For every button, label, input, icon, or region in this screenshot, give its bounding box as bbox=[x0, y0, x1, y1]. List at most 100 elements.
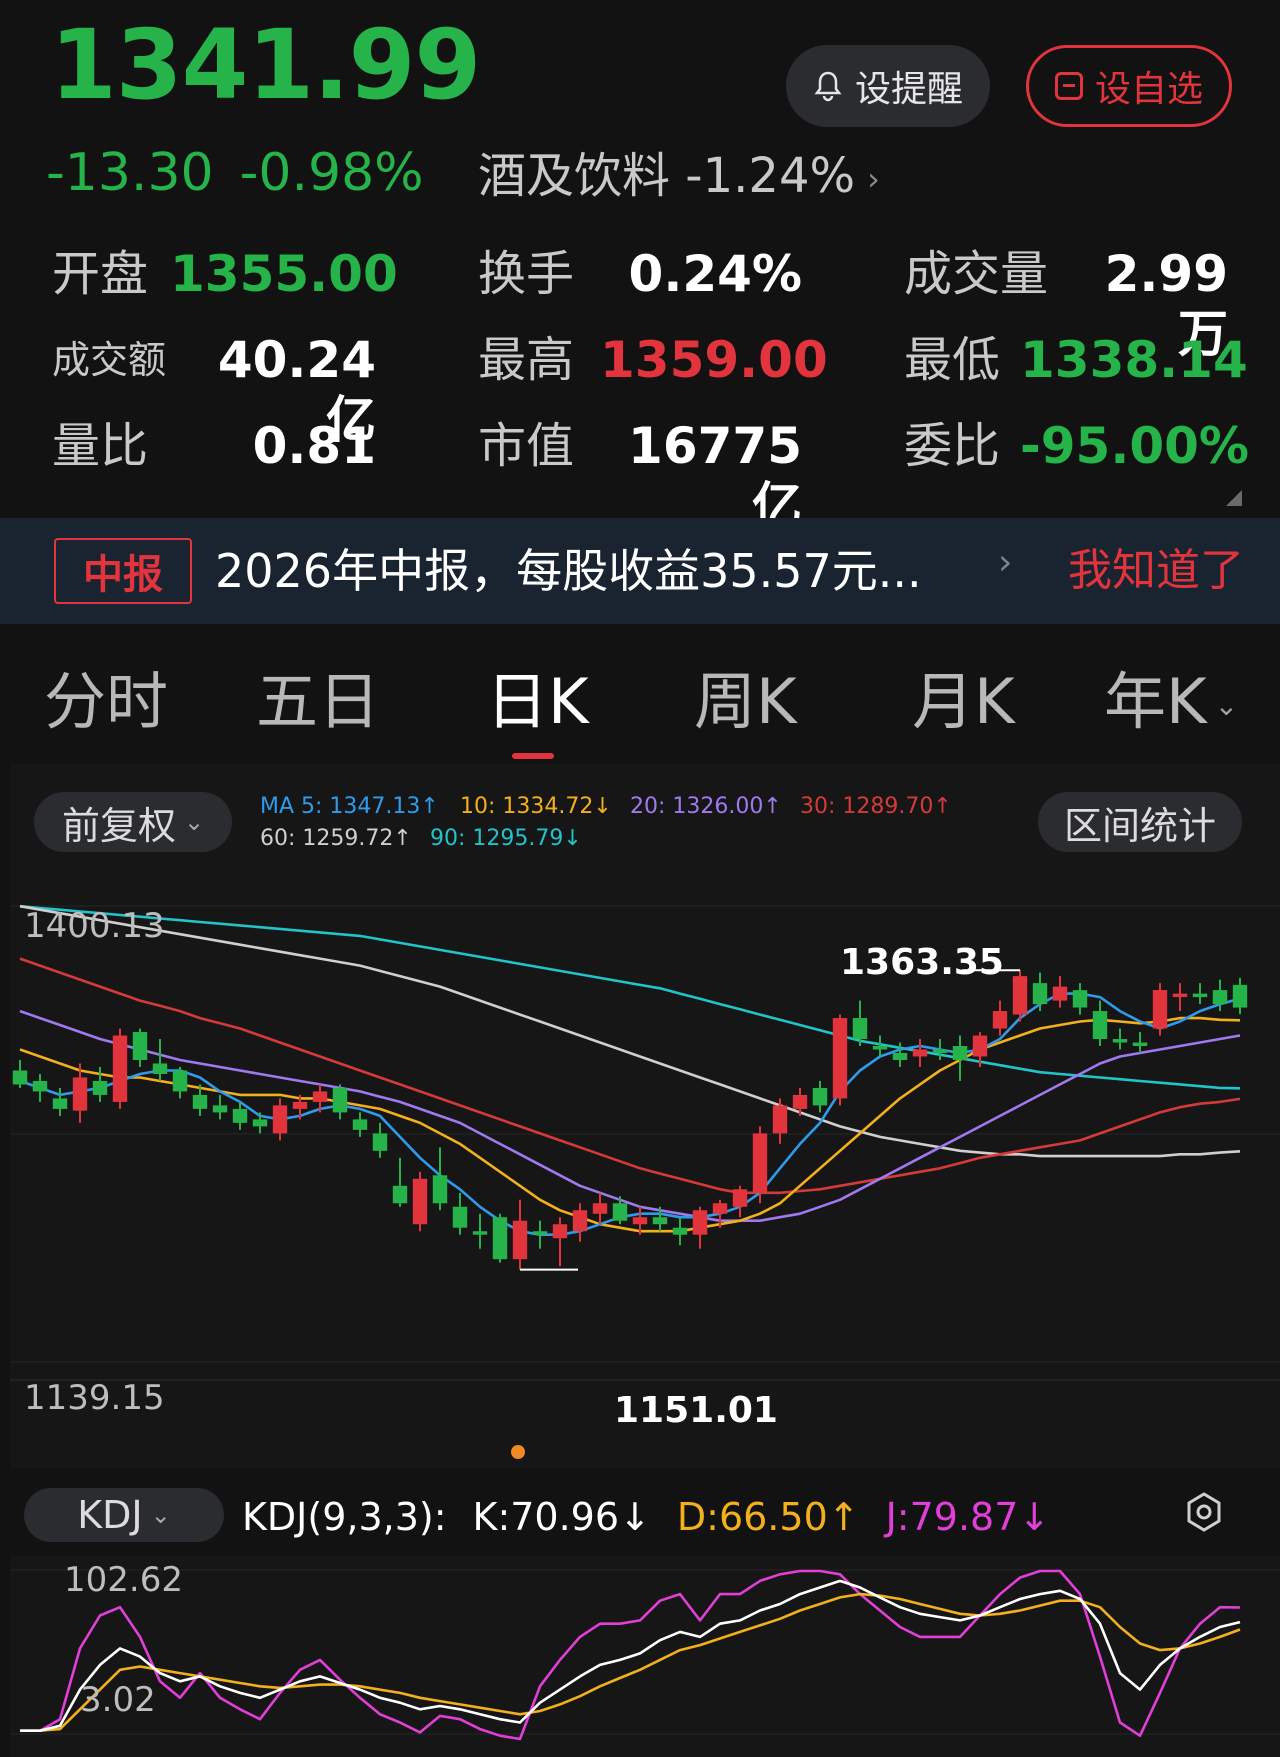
kdj-j-value: J:79.87↓ bbox=[885, 1495, 1051, 1539]
adjust-mode-selector[interactable]: 前复权 ⌄ bbox=[34, 792, 232, 852]
kdj-d-line bbox=[20, 1592, 1241, 1732]
candle-body bbox=[1132, 1042, 1148, 1047]
amount-label: 成交额 bbox=[52, 338, 167, 382]
ma60-legend: 60: 1259.72↑ bbox=[260, 826, 412, 851]
candle-body bbox=[112, 1035, 128, 1102]
chevron-down-icon: ⌄ bbox=[1214, 688, 1239, 722]
candle-body bbox=[52, 1098, 68, 1109]
candle-body bbox=[612, 1203, 628, 1221]
candle-body bbox=[392, 1185, 408, 1204]
adjust-mode-label: 前复权 bbox=[61, 803, 176, 848]
event-marker-dot[interactable] bbox=[511, 1445, 525, 1459]
candle-body bbox=[752, 1133, 768, 1193]
candle-body bbox=[252, 1119, 268, 1127]
ma90-legend: 90: 1295.79↓ bbox=[430, 826, 582, 851]
market-cap-label: 市值 bbox=[478, 418, 575, 474]
chevron-right-icon: › bbox=[867, 160, 880, 198]
candle-body bbox=[192, 1094, 208, 1109]
candle-body bbox=[1052, 986, 1068, 1001]
add-favorite-label: 设自选 bbox=[1094, 69, 1203, 110]
kdj-k-value: K:70.96↓ bbox=[472, 1495, 651, 1539]
y-axis-bottom-label: 1139.15 bbox=[24, 1378, 165, 1418]
earnings-banner[interactable]: 中报 2026年中报，每股收益35.57元... › 我知道了 bbox=[0, 518, 1280, 624]
change-value: -13.30 bbox=[46, 143, 214, 203]
candle-body bbox=[472, 1231, 488, 1235]
tab-yearly-k[interactable]: 年K ⌄ bbox=[1104, 666, 1238, 742]
candle-body bbox=[332, 1087, 348, 1113]
set-alert-label: 设提醒 bbox=[854, 69, 963, 110]
ma5-line bbox=[19, 992, 1241, 1237]
candle-body bbox=[1032, 983, 1048, 1005]
candle-body bbox=[792, 1094, 808, 1109]
indicator-selector[interactable]: KDJ ⌄ bbox=[24, 1488, 224, 1542]
candle-body bbox=[532, 1231, 548, 1235]
range-stats-button[interactable]: 区间统计 bbox=[1038, 792, 1242, 852]
bid-ratio-label: 委比 bbox=[904, 418, 1001, 474]
kdj-k-line bbox=[20, 1579, 1241, 1732]
last-price: 1341.99 bbox=[50, 9, 481, 121]
candle-body bbox=[352, 1119, 368, 1130]
volume-ratio-value: 0.81 bbox=[252, 417, 376, 475]
tab-yearly-k-label: 年K bbox=[1104, 665, 1207, 738]
candle-body bbox=[912, 1049, 928, 1057]
period-high-label: 1363.35 bbox=[840, 942, 1004, 983]
kdj-params: KDJ(9,3,3): bbox=[242, 1495, 447, 1539]
tab-daily-k[interactable]: 日K bbox=[486, 666, 589, 738]
kdj-chart[interactable] bbox=[10, 1556, 1280, 1757]
candle-body bbox=[1232, 984, 1248, 1008]
chevron-down-icon: ⌄ bbox=[183, 808, 205, 836]
candle-body bbox=[1192, 993, 1208, 998]
kdj-legend: KDJ(9,3,3): K:70.96↓ D:66.50↑ J:79.87↓ bbox=[242, 1490, 1076, 1544]
candle-body bbox=[892, 1052, 908, 1060]
candle-body bbox=[992, 1011, 1008, 1029]
set-alert-button[interactable]: 设提醒 bbox=[786, 45, 990, 127]
bid-ratio-value: -95.00% bbox=[1020, 417, 1250, 475]
kdj-y-bottom-label: 3.02 bbox=[80, 1680, 156, 1720]
ma10-line bbox=[19, 1016, 1241, 1233]
candle-body bbox=[232, 1108, 248, 1123]
candle-body bbox=[932, 1049, 948, 1053]
active-tab-indicator bbox=[512, 753, 554, 759]
volume-label: 成交量 bbox=[904, 246, 1049, 302]
open-label: 开盘 bbox=[52, 246, 149, 302]
expand-corner-icon[interactable] bbox=[1226, 490, 1242, 506]
low-value: 1338.14 bbox=[1020, 331, 1248, 389]
indicator-selector-label: KDJ bbox=[77, 1493, 143, 1537]
dismiss-banner-button[interactable]: 我知道了 bbox=[1068, 538, 1244, 604]
price-change: -13.30 -0.98% bbox=[46, 142, 450, 204]
candle-body bbox=[272, 1105, 288, 1134]
tab-intraday[interactable]: 分时 bbox=[44, 666, 168, 738]
change-percent: -0.98% bbox=[239, 143, 424, 203]
report-tag: 中报 bbox=[54, 538, 192, 604]
banner-text: 2026年中报，每股收益35.57元... bbox=[215, 544, 922, 598]
y-axis-top-label: 1400.13 bbox=[24, 906, 165, 946]
ma60-line bbox=[19, 904, 1241, 1158]
candle-body bbox=[1172, 993, 1188, 998]
chevron-down-icon: ⌄ bbox=[150, 1501, 171, 1529]
tab-weekly-k[interactable]: 周K bbox=[694, 666, 797, 738]
turnover-label: 换手 bbox=[478, 246, 575, 302]
tab-monthly-k[interactable]: 月K bbox=[912, 666, 1015, 738]
candle-body bbox=[1212, 990, 1228, 1005]
kdj-j-line bbox=[20, 1569, 1241, 1741]
candle-body bbox=[652, 1217, 668, 1225]
candle-body bbox=[12, 1070, 28, 1085]
candle-body bbox=[312, 1091, 328, 1102]
candle-body bbox=[152, 1063, 168, 1074]
candle-body bbox=[72, 1077, 88, 1111]
candle-body bbox=[732, 1189, 748, 1207]
ma5-legend: MA 5: 1347.13↑ bbox=[260, 794, 439, 819]
ma20-line bbox=[19, 1009, 1241, 1223]
sector-name: 酒及饮料 bbox=[478, 148, 671, 204]
sector-link[interactable]: 酒及饮料 -1.24% › bbox=[478, 145, 880, 210]
tab-five-day[interactable]: 五日 bbox=[256, 666, 380, 738]
settings-icon[interactable] bbox=[1182, 1490, 1226, 1534]
add-favorite-button[interactable]: 设自选 bbox=[1026, 45, 1232, 127]
candle-body bbox=[132, 1032, 148, 1060]
high-value: 1359.00 bbox=[600, 331, 828, 389]
candle-body bbox=[1092, 1011, 1108, 1040]
candle-body bbox=[512, 1220, 528, 1260]
candle-body bbox=[212, 1105, 228, 1113]
low-label: 最低 bbox=[904, 332, 1001, 388]
candle-body bbox=[632, 1217, 648, 1225]
